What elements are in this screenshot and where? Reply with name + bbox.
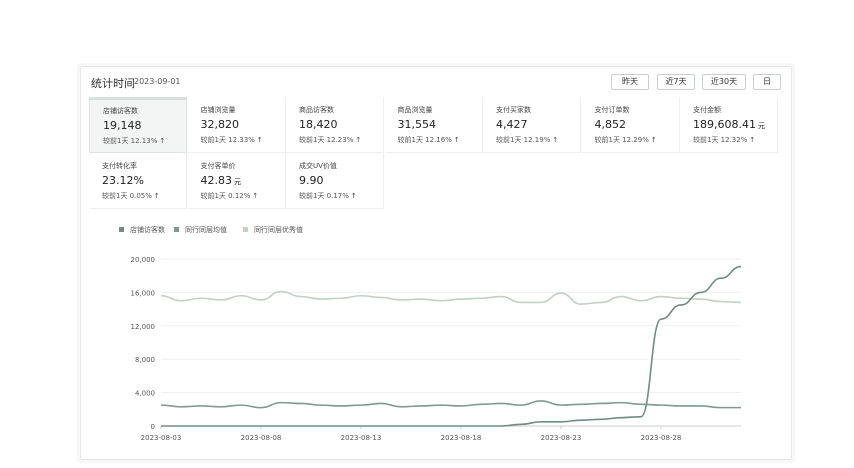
- statistics-panel: 统计时间 2023-09-01 昨天 近7天 近30天 日 店铺访客数 19,14…: [80, 66, 792, 460]
- x-tick-label: 2023-08-18: [441, 434, 482, 442]
- x-tick-label: 2023-08-13: [341, 434, 382, 442]
- y-tick-label: 0: [151, 423, 155, 431]
- series-line-store-visitors: [161, 265, 742, 427]
- x-tick-label: 2023-08-08: [241, 434, 282, 442]
- y-tick-label: 4,000: [135, 390, 155, 398]
- y-tick-label: 8,000: [135, 356, 155, 364]
- x-tick-label: 2023-08-23: [541, 434, 582, 442]
- series-line-peer-average: [160, 400, 741, 409]
- y-tick-label: 16,000: [131, 289, 156, 297]
- x-tick-label: 2023-08-28: [641, 434, 682, 442]
- series-line-peer-excellent: [160, 290, 742, 305]
- y-tick-label: 20,000: [131, 256, 156, 264]
- y-tick-label: 12,000: [131, 323, 156, 331]
- trend-line-chart: 0 4,000 8,000 12,000 16,000 20,000 2023-08-03 2…: [131, 256, 742, 442]
- x-tick-label: 2023-08-03: [141, 434, 182, 442]
